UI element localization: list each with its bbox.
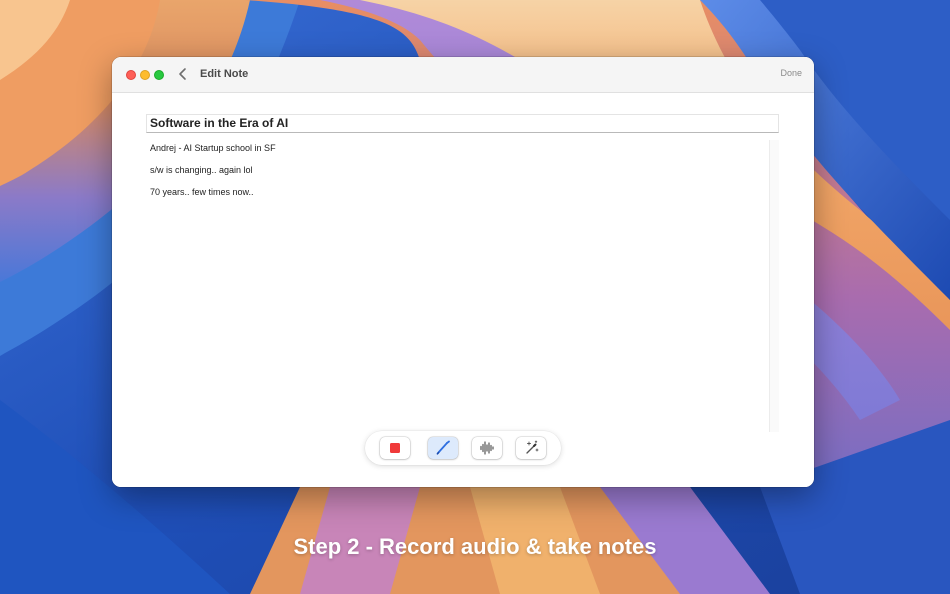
note-editor: Software in the Era of AI Andrej - AI St… — [112, 93, 814, 487]
zoom-window-button[interactable] — [154, 70, 164, 80]
stop-square-icon — [390, 443, 400, 453]
note-line: 70 years.. few times now.. — [150, 187, 254, 197]
note-title-field[interactable]: Software in the Era of AI — [146, 114, 779, 133]
note-body-editor[interactable]: Andrej - AI Startup school in SF s/w is … — [146, 139, 766, 431]
title-bar: Edit Note Done — [112, 57, 814, 93]
magic-button[interactable] — [516, 437, 546, 459]
step-caption: Step 2 - Record audio & take notes — [293, 534, 657, 559]
chevron-left-icon — [179, 68, 186, 80]
minimize-window-button[interactable] — [140, 70, 150, 80]
pencil-icon — [436, 440, 450, 455]
done-button[interactable]: Done — [780, 68, 802, 78]
edit-note-window: Edit Note Done Software in the Era of AI… — [112, 57, 814, 487]
close-window-button[interactable] — [126, 70, 136, 80]
recording-toolbar — [365, 431, 561, 465]
waveform-icon — [480, 441, 494, 455]
stop-recording-button[interactable] — [380, 437, 410, 459]
desktop: Edit Note Done Software in the Era of AI… — [0, 0, 950, 594]
note-line: s/w is changing.. again lol — [150, 165, 253, 175]
audio-waveform-button[interactable] — [472, 437, 502, 459]
magic-wand-icon — [526, 440, 539, 454]
window-title: Edit Note — [200, 68, 249, 80]
pen-button[interactable] — [428, 437, 458, 459]
note-line: Andrej - AI Startup school in SF — [150, 143, 276, 153]
back-button[interactable] — [176, 66, 190, 82]
scrollbar[interactable] — [769, 140, 779, 432]
